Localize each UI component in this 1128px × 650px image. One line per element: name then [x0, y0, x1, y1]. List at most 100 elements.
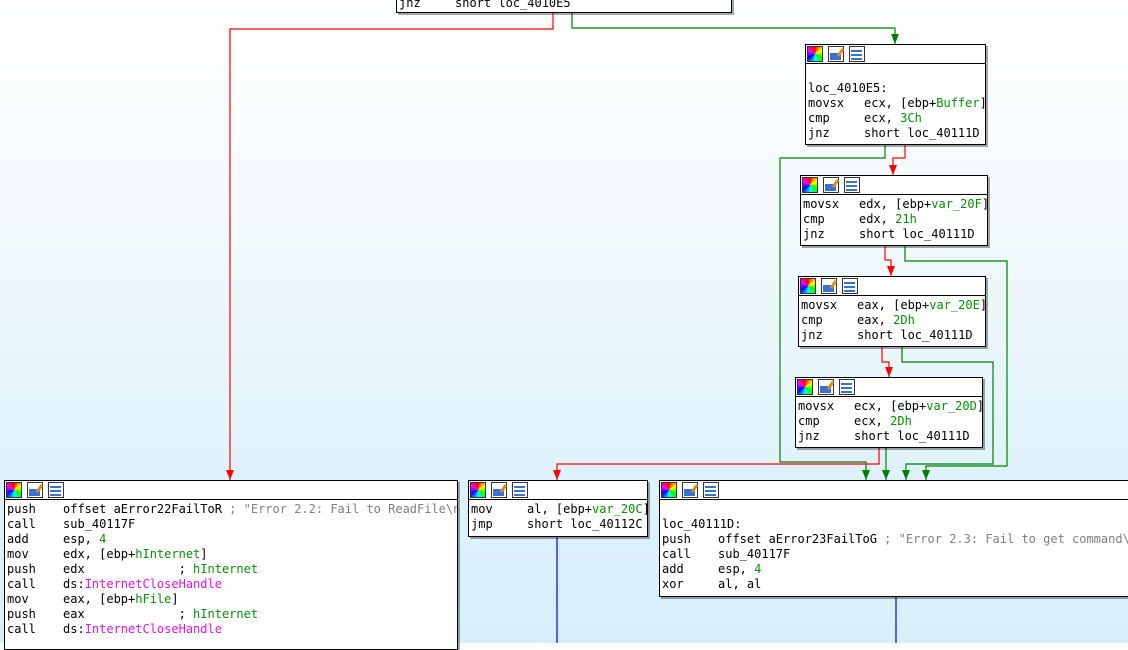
group-nodes-icon[interactable]: [512, 482, 528, 498]
code-line[interactable]: loc_40111D:: [662, 517, 1128, 532]
code-line[interactable]: jmp short loc_40112C: [471, 517, 647, 532]
code-operand[interactable]: sub_40117F: [63, 517, 135, 531]
color-palette-icon[interactable]: [807, 46, 823, 62]
code-operand[interactable]: var_20E: [929, 298, 980, 312]
code-operand[interactable]: 3Ch: [900, 111, 922, 125]
node-error-22[interactable]: push offset aError22FailToR ; "Error 2.2:…: [4, 480, 458, 650]
code-line[interactable]: jnz short loc_40111D: [808, 126, 985, 141]
code-operand[interactable]: ecx, [ebp+: [864, 96, 936, 110]
rename-node-icon[interactable]: [823, 177, 839, 193]
code-line[interactable]: jnz short loc_4010E5: [399, 0, 731, 11]
code-line[interactable]: add esp, 4: [7, 532, 457, 547]
code-line[interactable]: call sub_40117F: [662, 547, 1128, 562]
node-loc_4010E5[interactable]: loc_4010E5:movsx ecx, [ebp+Buffer] cmp ecx,…: [805, 44, 986, 145]
code-operand[interactable]: short loc_40111D: [857, 328, 973, 342]
code-operand[interactable]: ]: [171, 592, 178, 606]
node-loc_40111D[interactable]: loc_40111D: push offset aError23FailToG ; …: [659, 480, 1128, 597]
color-palette-icon[interactable]: [470, 482, 486, 498]
code-operand[interactable]: ecx,: [854, 414, 890, 428]
code-line[interactable]: movsx eax, [ebp+var_20E]: [801, 298, 985, 313]
code-operand[interactable]: eax ;: [63, 607, 193, 621]
code-line[interactable]: push offset aError23FailToG ; "Error 2.3:…: [662, 532, 1128, 547]
code-operand[interactable]: short loc_4010E5: [455, 0, 571, 10]
code-line[interactable]: call sub_40117F: [7, 517, 457, 532]
code-operand[interactable]: short loc_40112C: [527, 517, 643, 531]
code-line[interactable]: mov al, [ebp+var_20C]: [471, 502, 647, 517]
code-line[interactable]: push edx ; hInternet: [7, 562, 457, 577]
code-operand[interactable]: InternetCloseHandle: [85, 622, 222, 636]
code-operand[interactable]: esp,: [63, 532, 99, 546]
rename-node-icon[interactable]: [682, 482, 698, 498]
rename-node-icon[interactable]: [821, 278, 837, 294]
group-nodes-icon[interactable]: [839, 379, 855, 395]
code-operand[interactable]: eax,: [857, 313, 893, 327]
code-line[interactable]: movsx ecx, [ebp+Buffer]: [808, 96, 985, 111]
node-check-2dh-a[interactable]: movsx eax, [ebp+var_20E] cmp eax, 2Dh jnz sho…: [798, 276, 986, 347]
code-line[interactable]: jnz short loc_40111D: [798, 429, 982, 444]
code-operand[interactable]: ecx,: [864, 111, 900, 125]
code-line[interactable]: push offset aError22FailToR ; "Error 2.2:…: [7, 502, 457, 517]
node-check-21h[interactable]: movsx edx, [ebp+var_20F] cmp edx, 21h jnz sho…: [800, 175, 988, 246]
code-operand[interactable]: ]: [980, 96, 985, 110]
code-line[interactable]: add esp, 4: [662, 562, 1128, 577]
code-operand[interactable]: esp,: [718, 562, 754, 576]
code-operand[interactable]: 21h: [895, 212, 917, 226]
code-line[interactable]: cmp eax, 2Dh: [801, 313, 985, 328]
code-operand[interactable]: hInternet: [193, 562, 258, 576]
code-line[interactable]: jnz short loc_40111D: [801, 328, 985, 343]
code-operand[interactable]: ecx, [ebp+: [854, 399, 926, 413]
code-operand[interactable]: ]: [977, 399, 982, 413]
rename-node-icon[interactable]: [491, 482, 507, 498]
node-mov-al[interactable]: mov al, [ebp+var_20C] jmp short loc_40112C: [468, 480, 648, 537]
group-nodes-icon[interactable]: [844, 177, 860, 193]
code-line[interactable]: cmp ecx, 2Dh: [798, 414, 982, 429]
code-operand[interactable]: al, [ebp+: [527, 502, 592, 516]
code-line[interactable]: loc_4010E5:: [808, 81, 985, 96]
code-line[interactable]: movsx edx, [ebp+var_20F]: [803, 197, 987, 212]
code-operand[interactable]: hFile: [135, 592, 171, 606]
code-line[interactable]: push eax ; hInternet: [7, 607, 457, 622]
code-line[interactable]: xor al, al: [662, 577, 1128, 592]
code-operand[interactable]: eax, [ebp+: [63, 592, 135, 606]
code-line[interactable]: jnz short loc_40111D: [803, 227, 987, 242]
code-line[interactable]: cmp ecx, 3Ch: [808, 111, 985, 126]
rename-node-icon[interactable]: [828, 46, 844, 62]
code-label[interactable]: loc_40111D:: [662, 517, 741, 531]
code-line[interactable]: mov eax, [ebp+hFile]: [7, 592, 457, 607]
code-line[interactable]: call ds:InternetCloseHandle: [7, 622, 457, 637]
code-operand[interactable]: edx ;: [63, 562, 193, 576]
color-palette-icon[interactable]: [802, 177, 818, 193]
code-operand[interactable]: var_20D: [926, 399, 977, 413]
code-line[interactable]: cmp edx, 21h: [803, 212, 987, 227]
code-line[interactable]: mov edx, [ebp+hInternet]: [7, 547, 457, 562]
code-operand[interactable]: InternetCloseHandle: [85, 577, 222, 591]
code-operand[interactable]: hInternet: [135, 547, 200, 561]
rename-node-icon[interactable]: [818, 379, 834, 395]
code-line[interactable]: [662, 502, 1128, 517]
code-label[interactable]: loc_4010E5:: [808, 81, 887, 95]
code-operand[interactable]: 2Dh: [890, 414, 912, 428]
code-operand[interactable]: short loc_40111D: [864, 126, 980, 140]
code-operand[interactable]: edx, [ebp+: [859, 197, 931, 211]
code-operand[interactable]: ]: [982, 197, 987, 211]
code-operand[interactable]: var_20F: [931, 197, 982, 211]
code-operand[interactable]: offset aError23FailToG: [718, 532, 884, 546]
code-operand[interactable]: ds:: [63, 622, 85, 636]
code-operand[interactable]: edx, [ebp+: [63, 547, 135, 561]
code-operand[interactable]: 4: [754, 562, 761, 576]
code-line[interactable]: [808, 66, 985, 81]
group-nodes-icon[interactable]: [703, 482, 719, 498]
code-operand[interactable]: hInternet: [193, 607, 258, 621]
color-palette-icon[interactable]: [6, 482, 22, 498]
node-check-2dh-b[interactable]: movsx ecx, [ebp+var_20D] cmp ecx, 2Dh jnz sho…: [795, 377, 983, 448]
code-operand[interactable]: offset aError22FailToR: [63, 502, 229, 516]
code-operand[interactable]: Buffer: [936, 96, 979, 110]
color-palette-icon[interactable]: [797, 379, 813, 395]
code-operand[interactable]: ]: [643, 502, 647, 516]
group-nodes-icon[interactable]: [842, 278, 858, 294]
color-palette-icon[interactable]: [661, 482, 677, 498]
code-operand[interactable]: short loc_40111D: [859, 227, 975, 241]
code-operand[interactable]: short loc_40111D: [854, 429, 970, 443]
rename-node-icon[interactable]: [27, 482, 43, 498]
group-nodes-icon[interactable]: [48, 482, 64, 498]
